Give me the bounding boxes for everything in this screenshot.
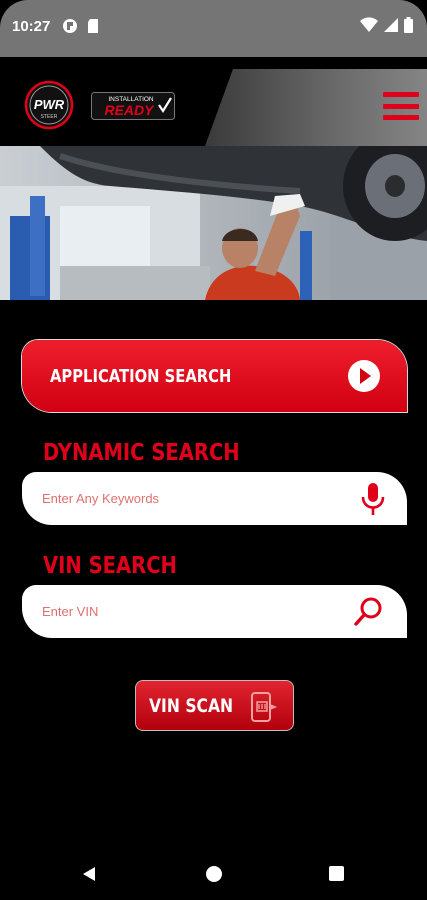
signal-icon	[384, 18, 398, 32]
vin-search-title: VIN SEARCH	[43, 553, 177, 579]
play-circle-icon	[348, 360, 380, 392]
sd-card-icon	[88, 19, 98, 33]
battery-icon	[404, 17, 413, 33]
installation-ready-logo: INSTALLATION READY	[91, 92, 175, 120]
menu-bar-bottom	[383, 115, 419, 120]
application-search-button[interactable]: APPLICATION SEARCH	[22, 340, 407, 412]
dynamic-search-input[interactable]	[42, 486, 342, 510]
hamburger-menu-icon[interactable]	[383, 92, 419, 120]
vin-search-field	[22, 585, 407, 638]
svg-text:PWR: PWR	[34, 97, 65, 112]
search-icon[interactable]	[353, 595, 385, 627]
svg-text:READY: READY	[104, 102, 155, 118]
hero-image	[0, 146, 427, 300]
menu-bar-middle	[383, 103, 419, 109]
status-left-icons	[62, 18, 100, 34]
vin-scan-label: VIN SCAN	[149, 695, 234, 717]
dynamic-search-title: DYNAMIC SEARCH	[43, 440, 240, 466]
pwr-steer-logo: PWR STEER	[24, 80, 74, 130]
dynamic-search-field	[22, 472, 407, 525]
application-search-label: APPLICATION SEARCH	[50, 366, 232, 387]
svg-text:STEER: STEER	[41, 114, 58, 120]
home-icon[interactable]	[206, 866, 222, 882]
recents-icon[interactable]	[329, 866, 344, 881]
vin-scan-button[interactable]: VIN SCAN	[135, 680, 294, 731]
app-header: PWR STEER INSTALLATION READY	[0, 57, 427, 146]
vin-search-input[interactable]	[42, 599, 342, 623]
app-notification-icon	[63, 19, 77, 33]
wifi-icon	[360, 17, 378, 32]
microphone-icon[interactable]	[360, 481, 386, 517]
system-nav-bar	[0, 845, 427, 900]
barcode-scan-icon	[251, 692, 277, 722]
menu-bar-top	[383, 92, 419, 97]
status-time: 10:27	[12, 18, 51, 35]
status-right-icons	[360, 17, 413, 33]
back-icon[interactable]	[80, 865, 98, 883]
status-bar: 10:27	[0, 0, 427, 57]
